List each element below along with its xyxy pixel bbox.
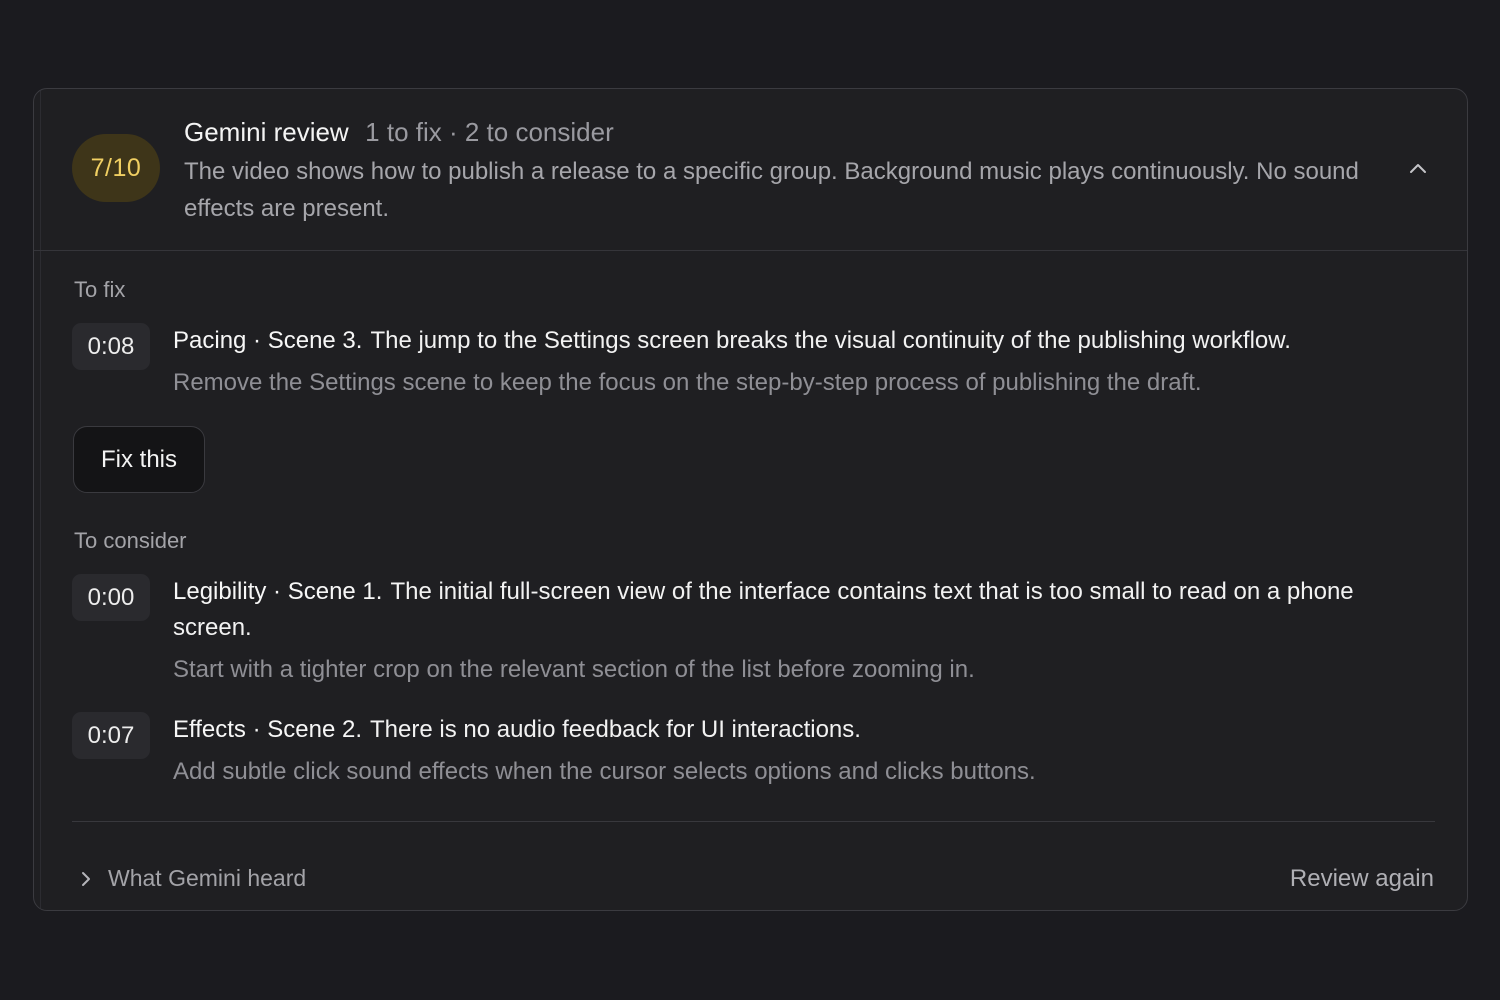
issue-text: Effects · Scene 2. There is no audio feed…: [173, 712, 1403, 748]
review-title: Gemini review: [184, 117, 349, 147]
issue-text: Legibility · Scene 1. The initial full-sc…: [173, 574, 1403, 646]
title-row: Gemini review 1 to fix · 2 to consider: [184, 117, 614, 148]
review-summary: The video shows how to publish a release…: [184, 158, 1359, 222]
suggestion-text: Add subtle click sound effects when the …: [173, 758, 1036, 785]
consider-item-body: Effects · Scene 2. There is no audio feed…: [173, 712, 1403, 790]
consider-item-body: Legibility · Scene 1. The initial full-sc…: [173, 574, 1403, 688]
timestamp-chip[interactable]: 0:08: [72, 323, 150, 370]
issue-tag: Effects · Scene 2.: [173, 716, 362, 743]
gemini-review-card: 7/10 Gemini review 1 to fix · 2 to consi…: [33, 88, 1468, 911]
timestamp-chip[interactable]: 0:07: [72, 712, 150, 759]
issue-tag: Legibility · Scene 1.: [173, 578, 383, 605]
chevron-right-icon: [74, 867, 98, 891]
suggestion-text: Remove the Settings scene to keep the fo…: [173, 369, 1202, 396]
chevron-up-icon[interactable]: [1406, 157, 1430, 181]
issue-description: There is no audio feedback for UI intera…: [370, 716, 861, 743]
score-badge: 7/10: [72, 134, 160, 202]
issue-text: Pacing · Scene 3. The jump to the Setting…: [173, 323, 1403, 359]
timestamp-chip[interactable]: 0:00: [72, 574, 150, 621]
what-gemini-heard-toggle[interactable]: What Gemini heard: [74, 865, 306, 892]
issue-tag: Pacing · Scene 3.: [173, 327, 363, 354]
issue-description: The jump to the Settings screen breaks t…: [370, 327, 1291, 354]
heard-label: What Gemini heard: [108, 865, 307, 891]
to-consider-label: To consider: [74, 528, 187, 553]
fix-item-body: Pacing · Scene 3. The jump to the Setting…: [173, 323, 1403, 401]
fix-this-button[interactable]: Fix this: [73, 426, 205, 493]
review-again-button[interactable]: Review again: [1290, 865, 1434, 893]
review-header[interactable]: 7/10 Gemini review 1 to fix · 2 to consi…: [34, 89, 1467, 251]
to-fix-label: To fix: [74, 277, 126, 302]
review-counts: 1 to fix · 2 to consider: [365, 117, 614, 147]
suggestion-text: Start with a tighter crop on the relevan…: [173, 656, 975, 683]
footer-divider: [72, 821, 1435, 822]
